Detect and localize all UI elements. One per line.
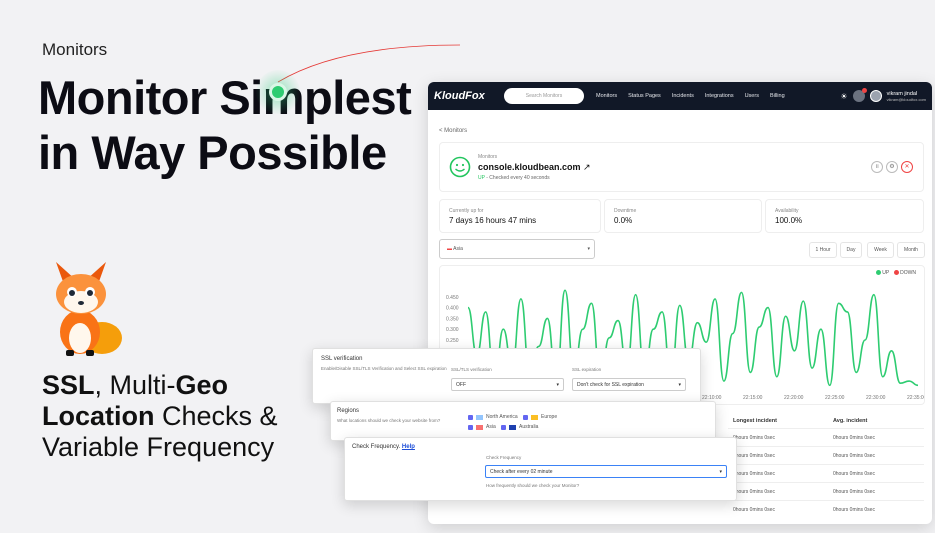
x-tick-label: 22:35:00	[907, 395, 924, 401]
regions-description: What locations should we check your webs…	[337, 418, 441, 423]
table-row: 0hours 0mins 0sec 0hours 0mins 0sec	[728, 446, 924, 463]
frequency-panel: Check Frequency. Help Check Frequency Ch…	[344, 437, 737, 501]
delete-icon[interactable]: ✕	[901, 161, 913, 173]
table-cell: 0hours 0mins 0sec	[733, 507, 775, 513]
stat-downtime: Downtime 0.0%	[604, 199, 762, 233]
tagline: SSL, Multi-Geo Location Checks & Variabl…	[42, 370, 278, 462]
table-row: 0hours 0mins 0sec 0hours 0mins 0sec	[728, 464, 924, 481]
range-month[interactable]: Month	[897, 242, 925, 258]
region-asia[interactable]: Asia	[468, 424, 496, 430]
monitor-name[interactable]: console.kloudbean.com ↗	[478, 162, 591, 173]
logo: KloudFox	[434, 90, 485, 102]
avatar[interactable]	[869, 90, 882, 102]
smiley-status-icon	[449, 156, 471, 178]
range-day[interactable]: Day	[840, 242, 862, 258]
y-tick-label: 0.250	[446, 338, 459, 344]
search-input[interactable]: Search Monitors	[504, 88, 584, 104]
region-north-america[interactable]: North America	[468, 414, 518, 420]
table-row: 0hours 0mins 0sec 0hours 0mins 0sec	[728, 428, 924, 445]
monitor-status: UP - Checked every 40 seconds	[478, 175, 550, 181]
range-week[interactable]: Week	[867, 242, 894, 258]
table-cell: 0hours 0mins 0sec	[733, 453, 775, 459]
section-kicker: Monitors	[42, 40, 108, 59]
monitor-card: Monitors console.kloudbean.com ↗ UP - Ch…	[439, 142, 924, 192]
table-cell: 0hours 0mins 0sec	[833, 489, 875, 495]
y-tick-label: 0.450	[446, 295, 459, 301]
table-cell: 0hours 0mins 0sec	[833, 471, 875, 477]
x-tick-label: 22:30:00	[866, 395, 886, 401]
nav-link-status-pages[interactable]: Status Pages	[628, 93, 661, 99]
monitor-label: Monitors	[478, 154, 498, 160]
ssl-title: SSL verification	[321, 356, 363, 362]
stat-availability: Availability 100.0%	[765, 199, 924, 233]
range-1-hour[interactable]: 1 Hour	[809, 242, 837, 258]
nav-link-integrations[interactable]: Integrations	[705, 93, 734, 99]
chevron-down-icon: ▾	[678, 381, 681, 388]
frequency-select[interactable]: Check after every 02 minute ▾	[485, 465, 727, 478]
y-tick-label: 0.350	[446, 316, 459, 322]
table-row: 0hours 0mins 0sec 0hours 0mins 0sec	[728, 500, 924, 517]
top-navbar: KloudFox Search Monitors Monitors Status …	[428, 82, 932, 110]
x-tick-label: 22:15:00	[743, 395, 763, 401]
frequency-hint: How frequently should we check your Moni…	[486, 483, 580, 488]
region-europe[interactable]: Europe	[523, 414, 557, 420]
legend-down: DOWN	[894, 270, 916, 276]
nav-link-monitors[interactable]: Monitors	[596, 93, 617, 99]
accent-dot	[256, 70, 300, 114]
chevron-down-icon: ▾	[587, 246, 590, 252]
frequency-title: Check Frequency. Help	[352, 444, 415, 450]
fox-mascot-icon	[56, 262, 122, 356]
regions-title: Regions	[337, 408, 360, 414]
table-cell: 0hours 0mins 0sec	[733, 435, 775, 441]
ssl-verify-label: SSL/TLS verification	[451, 367, 492, 372]
region-australia[interactable]: Australia	[501, 424, 538, 430]
ssl-verify-select[interactable]: OFF ▾	[451, 378, 564, 391]
theme-toggle-icon[interactable]: ☀	[840, 92, 847, 101]
ssl-expiry-select[interactable]: Don't check for SSL expiration ▾	[572, 378, 686, 391]
x-tick-label: 22:25:00	[825, 395, 845, 401]
stat-uptime: Currently up for 7 days 16 hours 47 mins	[439, 199, 601, 233]
header-avg-incident: Avg. incident	[833, 418, 868, 424]
nav-link-users[interactable]: Users	[745, 93, 759, 99]
ssl-description: Enable/Disable SSL/TLS Verification and …	[321, 366, 447, 371]
frequency-label: Check Frequency	[486, 455, 522, 460]
table-cell: 0hours 0mins 0sec	[833, 507, 875, 513]
table-cell: 0hours 0mins 0sec	[833, 453, 875, 459]
back-link[interactable]: < Monitors	[439, 128, 467, 134]
table-row: 0hours 0mins 0sec 0hours 0mins 0sec	[728, 482, 924, 499]
notification-bell-icon[interactable]	[852, 88, 867, 102]
help-link[interactable]: Help	[402, 444, 415, 450]
ssl-expiry-label: SSL expiration	[572, 367, 602, 372]
user-email: vikram@kloudfox.com	[886, 96, 926, 102]
nav-links: Monitors Status Pages Incidents Integration…	[596, 93, 785, 99]
legend-up: UP	[876, 270, 889, 276]
region-select[interactable]: ▬ Asia ▾	[439, 239, 595, 259]
table-cell: 0hours 0mins 0sec	[733, 489, 775, 495]
ssl-panel: SSL verification Enable/Disable SSL/TLS …	[312, 348, 701, 404]
header-longest-incident: Longest incident	[733, 418, 777, 424]
y-tick-label: 0.300	[446, 327, 459, 333]
chevron-down-icon: ▾	[719, 468, 722, 475]
nav-link-incidents[interactable]: Incidents	[672, 93, 694, 99]
y-tick-label: 0.400	[446, 306, 459, 312]
nav-link-billing[interactable]: Billing	[770, 93, 785, 99]
settings-icon[interactable]: ⚙	[886, 161, 898, 173]
table-cell: 0hours 0mins 0sec	[833, 435, 875, 441]
external-link-icon[interactable]: ↗	[583, 162, 591, 172]
pause-icon[interactable]: ॥	[871, 161, 883, 173]
chevron-down-icon: ▾	[556, 381, 559, 388]
table-cell: 0hours 0mins 0sec	[733, 471, 775, 477]
regions-panel: Regions What locations should we check y…	[330, 401, 716, 441]
x-tick-label: 22:20:00	[784, 395, 804, 401]
